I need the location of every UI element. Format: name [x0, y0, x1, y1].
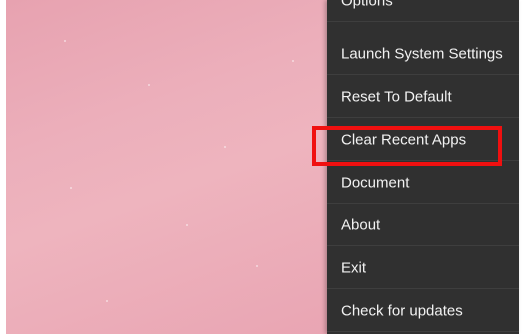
menu-item-label: Launch System Settings [341, 45, 503, 62]
menu-item-clear-recent-apps[interactable]: Clear Recent Apps [327, 119, 519, 161]
menu-item-document[interactable]: Document [327, 162, 519, 204]
menu-item-label: Exit [341, 259, 367, 276]
wallpaper-speck [256, 265, 258, 267]
menu-item-label: Check for updates [341, 302, 463, 319]
menu-item-reset-to-default[interactable]: Reset To Default [327, 76, 519, 118]
menu-item-label: Clear Recent Apps [341, 131, 467, 148]
screen: Options Launch System Settings Reset To … [0, 0, 522, 334]
wallpaper-speck [64, 40, 66, 42]
wallpaper-speck [106, 300, 108, 302]
menu-item-label: About [341, 216, 381, 233]
wallpaper-speck [186, 224, 188, 226]
menu-item-label: Options [341, 0, 393, 9]
menu-item-label: Reset To Default [341, 88, 452, 105]
menu-item-check-for-updates[interactable]: Check for updates [327, 290, 519, 332]
menu-item-launch-system-settings[interactable]: Launch System Settings [327, 33, 519, 75]
wallpaper-speck [148, 84, 150, 86]
menu-item-label: Document [341, 174, 410, 191]
menu-item-exit[interactable]: Exit [327, 247, 519, 289]
home-wallpaper [6, 0, 328, 334]
overflow-menu: Options Launch System Settings Reset To … [327, 0, 519, 334]
wallpaper-speck [292, 60, 294, 62]
menu-item-about[interactable]: About [327, 204, 519, 246]
wallpaper-speck [70, 187, 72, 189]
wallpaper-speck [224, 146, 226, 148]
menu-item-options[interactable]: Options [327, 0, 519, 22]
